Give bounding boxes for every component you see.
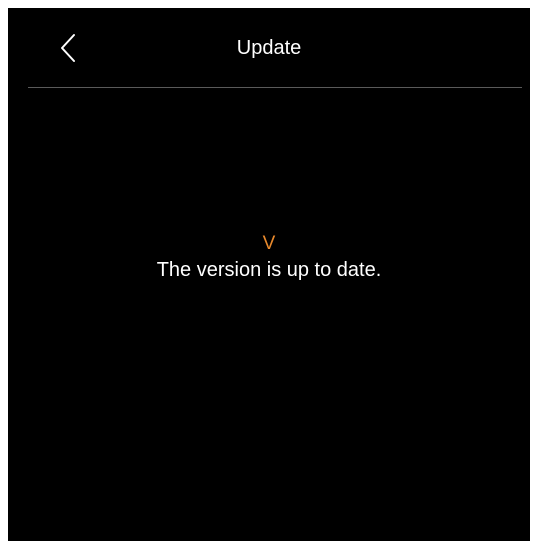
update-status: V The version is up to date. xyxy=(8,233,530,283)
page-title: Update xyxy=(236,37,302,59)
header-divider xyxy=(28,87,522,88)
update-screen: Update V The version is up to date. xyxy=(8,8,530,541)
check-icon: V xyxy=(262,233,276,254)
header-bar: Update xyxy=(8,8,530,88)
status-message: The version is up to date. xyxy=(156,259,382,281)
